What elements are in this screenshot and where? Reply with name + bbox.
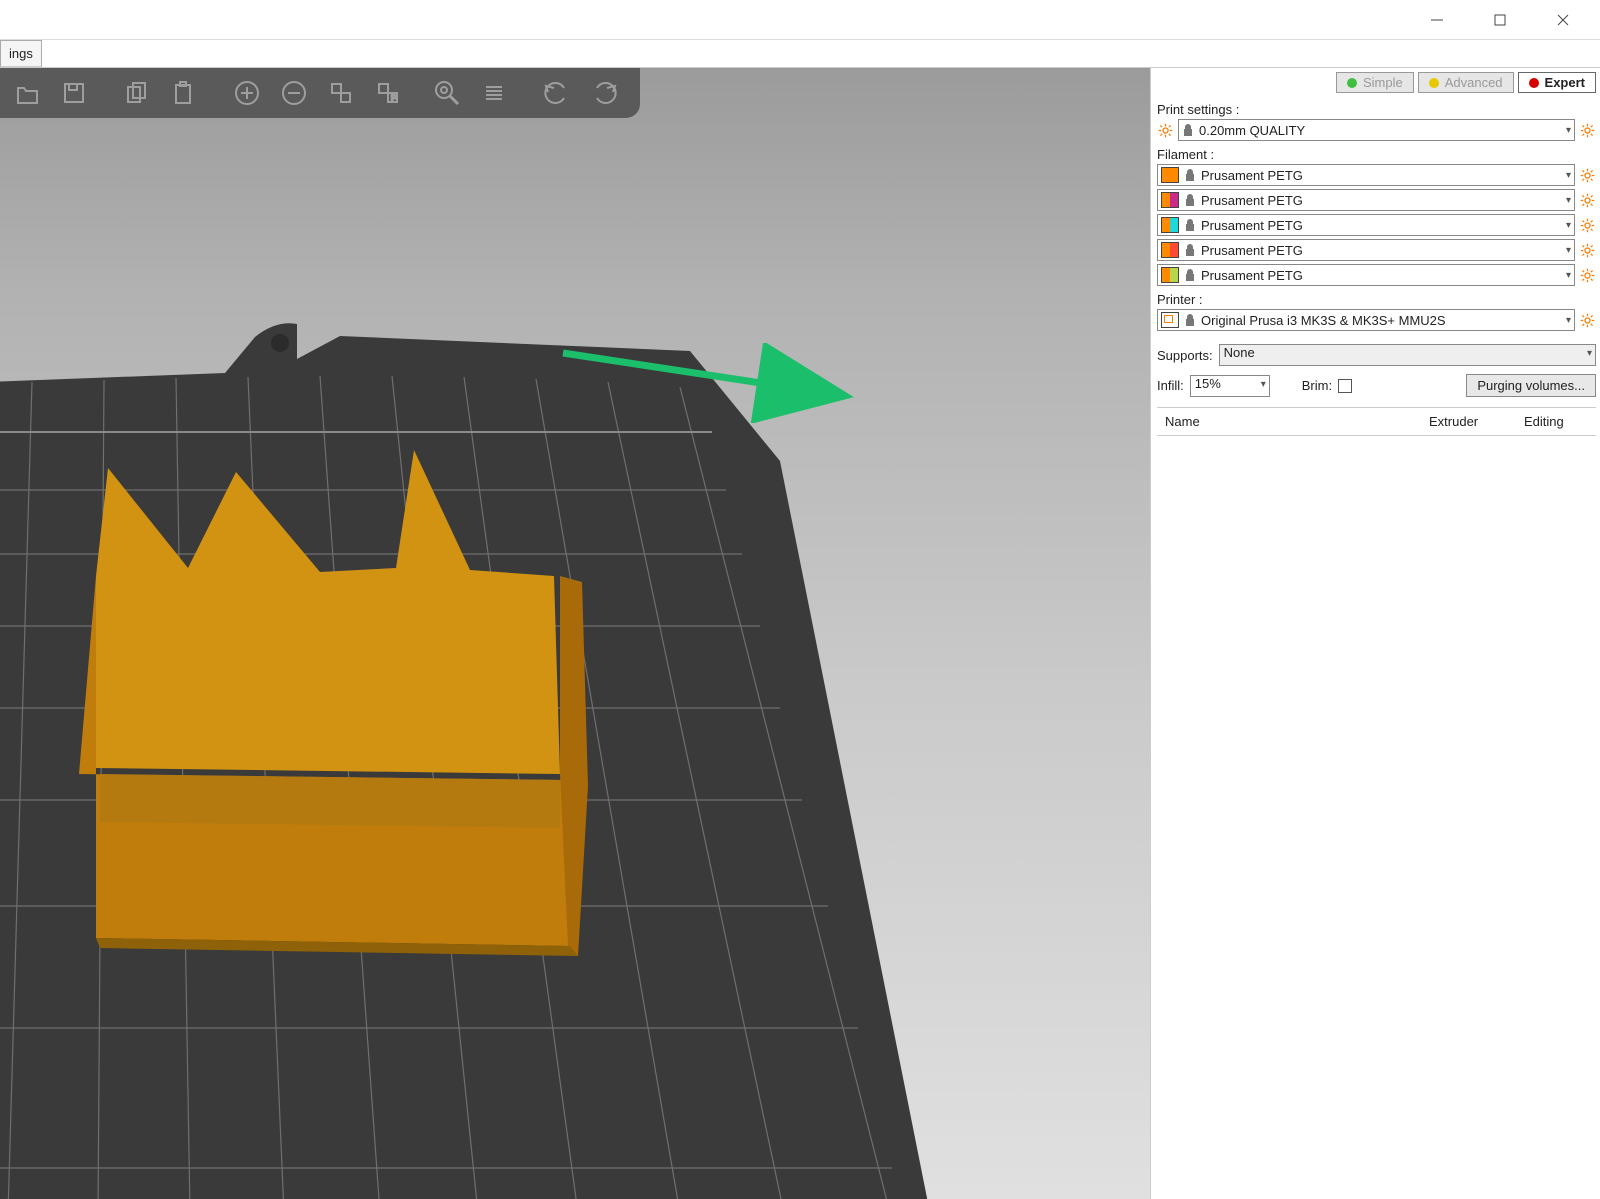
supports-select[interactable]: None▾	[1219, 344, 1596, 366]
gear-icon	[1157, 122, 1174, 139]
viewport-toolbar: P	[0, 68, 640, 118]
th-extruder: Extruder	[1421, 408, 1516, 435]
chevron-down-icon: ▾	[1566, 270, 1571, 281]
3d-viewport[interactable]: P	[0, 68, 1150, 1199]
search-icon[interactable]	[424, 73, 469, 113]
lock-icon	[1184, 218, 1196, 232]
menu-tab[interactable]: ings	[0, 40, 42, 67]
print-settings-value: 0.20mm QUALITY	[1199, 123, 1305, 138]
svg-text:P: P	[391, 94, 396, 103]
filament-select-4[interactable]: Prusament PETG ▾	[1157, 264, 1575, 286]
redo-icon[interactable]	[581, 73, 626, 113]
filament-name: Prusament PETG	[1201, 268, 1303, 283]
filament-label: Filament :	[1157, 147, 1596, 162]
maximize-button-icon[interactable]	[1477, 2, 1522, 37]
copy-icon[interactable]	[114, 73, 159, 113]
add-icon[interactable]	[224, 73, 269, 113]
filament-select-0[interactable]: Prusament PETG ▾	[1157, 164, 1575, 186]
infill-select[interactable]: 15%▾	[1190, 375, 1270, 397]
save-icon[interactable]	[51, 73, 96, 113]
chevron-down-icon: ▾	[1566, 125, 1571, 136]
lock-icon	[1184, 313, 1196, 327]
brim-label: Brim:	[1302, 378, 1332, 393]
arrange-icon[interactable]	[318, 73, 363, 113]
mode-advanced-button[interactable]: Advanced	[1418, 72, 1514, 93]
dot-red-icon	[1529, 78, 1539, 88]
paste-icon[interactable]	[161, 73, 206, 113]
edit-printer-icon[interactable]	[1579, 312, 1596, 329]
lock-icon	[1184, 168, 1196, 182]
chevron-down-icon: ▾	[1261, 379, 1266, 390]
filament-name: Prusament PETG	[1201, 243, 1303, 258]
dot-green-icon	[1347, 78, 1357, 88]
filament-select-2[interactable]: Prusament PETG ▾	[1157, 214, 1575, 236]
filament-select-1[interactable]: Prusament PETG ▾	[1157, 189, 1575, 211]
filament-swatch-icon	[1161, 167, 1179, 183]
lock-icon	[1184, 243, 1196, 257]
print-settings-select[interactable]: 0.20mm QUALITY ▾	[1178, 119, 1575, 141]
chevron-down-icon: ▾	[1566, 195, 1571, 206]
purging-volumes-button[interactable]: Purging volumes...	[1466, 374, 1596, 397]
chevron-down-icon: ▾	[1566, 170, 1571, 181]
edit-filament-icon[interactable]	[1579, 167, 1596, 184]
printer-swatch-icon	[1161, 312, 1179, 328]
filament-swatch-icon	[1161, 267, 1179, 283]
printer-value: Original Prusa i3 MK3S & MK3S+ MMU2S	[1201, 313, 1446, 328]
chevron-down-icon: ▾	[1566, 245, 1571, 256]
arrange-plate-icon[interactable]: P	[365, 73, 410, 113]
printer-select[interactable]: Original Prusa i3 MK3S & MK3S+ MMU2S ▾	[1157, 309, 1575, 331]
filament-swatch-icon	[1161, 192, 1179, 208]
supports-label: Supports:	[1157, 348, 1213, 363]
build-plate-scene	[0, 68, 1150, 1199]
window-title-bar	[0, 0, 1600, 40]
mode-expert-button[interactable]: Expert	[1518, 72, 1596, 93]
right-panel: Simple Advanced Expert Print settings : …	[1150, 68, 1600, 1199]
layers-icon[interactable]	[471, 73, 516, 113]
th-name: Name	[1157, 408, 1421, 435]
filament-swatch-icon	[1161, 242, 1179, 258]
chevron-down-icon: ▾	[1566, 220, 1571, 231]
undo-icon[interactable]	[534, 73, 579, 113]
th-editing: Editing	[1516, 408, 1596, 435]
minimize-button-icon[interactable]	[1414, 2, 1459, 37]
filament-name: Prusament PETG	[1201, 193, 1303, 208]
object-list-header: Name Extruder Editing	[1157, 407, 1596, 436]
remove-icon[interactable]	[271, 73, 316, 113]
edit-filament-icon[interactable]	[1579, 192, 1596, 209]
open-icon[interactable]	[4, 73, 49, 113]
filament-name: Prusament PETG	[1201, 218, 1303, 233]
object-list-empty	[1157, 436, 1596, 1199]
filament-swatch-icon	[1161, 217, 1179, 233]
close-button-icon[interactable]	[1540, 2, 1585, 37]
print-settings-label: Print settings :	[1157, 102, 1596, 117]
mode-simple-button[interactable]: Simple	[1336, 72, 1414, 93]
dot-yellow-icon	[1429, 78, 1439, 88]
edit-filament-icon[interactable]	[1579, 242, 1596, 259]
lock-icon	[1184, 268, 1196, 282]
infill-label: Infill:	[1157, 378, 1184, 393]
menu-bar: ings	[0, 40, 1600, 68]
chevron-down-icon: ▾	[1587, 348, 1592, 359]
filament-name: Prusament PETG	[1201, 168, 1303, 183]
brim-checkbox[interactable]	[1338, 379, 1352, 393]
edit-filament-icon[interactable]	[1579, 267, 1596, 284]
edit-print-settings-icon[interactable]	[1579, 122, 1596, 139]
edit-filament-icon[interactable]	[1579, 217, 1596, 234]
chevron-down-icon: ▾	[1566, 315, 1571, 326]
lock-icon	[1182, 123, 1194, 137]
filament-select-3[interactable]: Prusament PETG ▾	[1157, 239, 1575, 261]
printer-label: Printer :	[1157, 292, 1596, 307]
lock-icon	[1184, 193, 1196, 207]
